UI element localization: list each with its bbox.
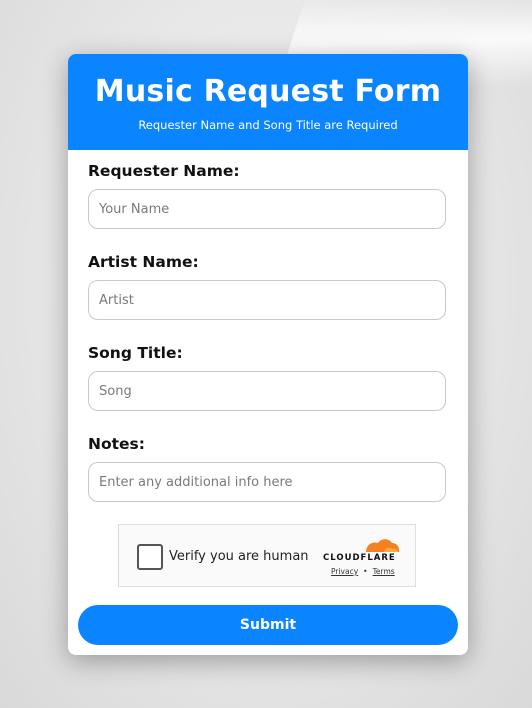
song-title-input[interactable] [88, 371, 446, 411]
terms-link[interactable]: Terms [373, 567, 395, 576]
cloudflare-links: Privacy • Terms [331, 567, 395, 576]
form-title: Music Request Form [94, 74, 442, 109]
notes-input[interactable] [88, 462, 446, 502]
submit-button[interactable]: Submit [78, 605, 458, 645]
artist-name-label: Artist Name: [88, 253, 199, 271]
cloudflare-logo-text: CLOUDFLARE [323, 553, 396, 563]
artist-name-group: Artist Name: [88, 253, 448, 344]
notes-group: Notes: [88, 435, 448, 526]
requester-name-input[interactable] [88, 189, 446, 229]
request-form-card: Music Request Form Requester Name and So… [68, 54, 468, 655]
song-title-group: Song Title: [88, 344, 448, 435]
cloudflare-turnstile-widget: Verify you are human CLOUDFLARE Privacy •… [118, 524, 416, 587]
form-subtitle: Requester Name and Song Title are Requir… [138, 118, 398, 132]
form-header: Music Request Form Requester Name and So… [68, 54, 468, 150]
notes-label: Notes: [88, 435, 145, 453]
link-separator: • [363, 567, 368, 576]
privacy-link[interactable]: Privacy [331, 567, 358, 576]
verify-human-checkbox[interactable] [137, 544, 163, 570]
requester-name-label: Requester Name: [88, 162, 240, 180]
verify-human-label[interactable]: Verify you are human [169, 549, 309, 564]
song-title-label: Song Title: [88, 344, 183, 362]
form-body: Requester Name: Artist Name: Song Title:… [68, 150, 468, 526]
artist-name-input[interactable] [88, 280, 446, 320]
requester-name-group: Requester Name: [88, 162, 448, 253]
